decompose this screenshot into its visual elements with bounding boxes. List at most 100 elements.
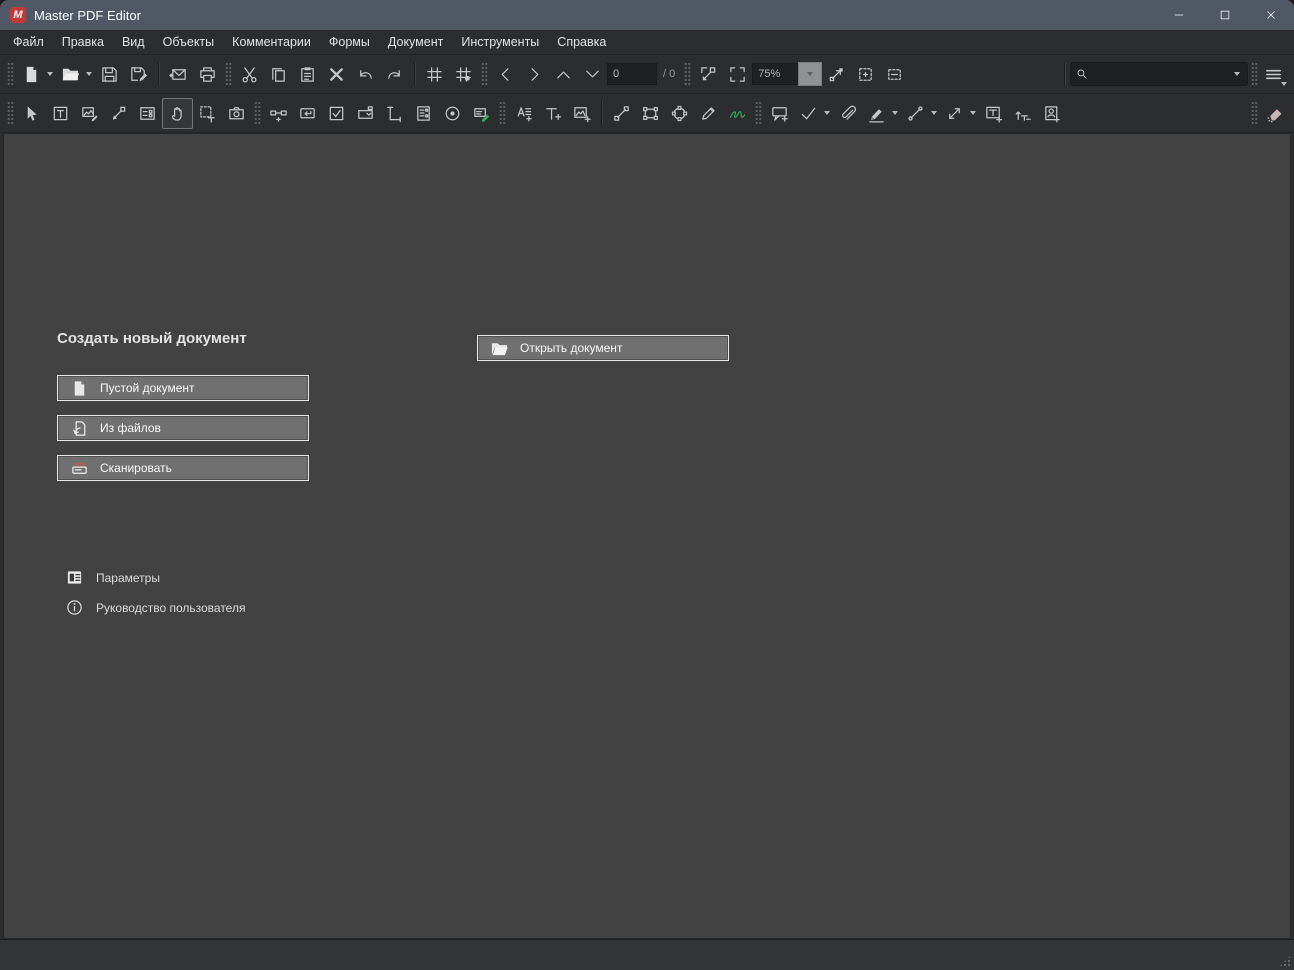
menu-help[interactable]: Справка <box>548 30 615 54</box>
highlighter-dropdown[interactable] <box>892 111 898 115</box>
pencil-tool-button[interactable] <box>694 99 723 128</box>
line-tool-button[interactable] <box>607 99 636 128</box>
save-button[interactable] <box>95 60 124 89</box>
menu-forms[interactable]: Формы <box>320 30 379 54</box>
select-tool-button[interactable] <box>17 99 46 128</box>
settings-link[interactable]: Параметры <box>65 568 160 587</box>
menu-tools[interactable]: Инструменты <box>452 30 548 54</box>
checkbox-field-button[interactable] <box>322 99 351 128</box>
menu-edit[interactable]: Правка <box>53 30 113 54</box>
check-stamp-button[interactable] <box>794 99 823 128</box>
maximize-button[interactable] <box>1202 0 1248 30</box>
toolbar-grip[interactable] <box>225 62 232 86</box>
select-area-button[interactable] <box>193 99 222 128</box>
main-menu-button[interactable] <box>1261 60 1290 89</box>
show-grid-button[interactable] <box>420 60 449 89</box>
zoom-fit-button[interactable] <box>822 60 851 89</box>
textbox-annotation-button[interactable] <box>979 99 1008 128</box>
open-button[interactable] <box>56 60 85 89</box>
toolbar-grip[interactable] <box>481 62 488 86</box>
menu-objects[interactable]: Объекты <box>154 30 224 54</box>
minimize-button[interactable] <box>1156 0 1202 30</box>
delete-button[interactable] <box>322 60 351 89</box>
listbox-field-button[interactable] <box>380 99 409 128</box>
signature-field-button[interactable] <box>467 99 496 128</box>
attachment-button[interactable] <box>833 99 862 128</box>
form-list-button[interactable] <box>133 99 162 128</box>
from-files-button[interactable]: Из файлов <box>57 415 309 441</box>
last-page-button[interactable] <box>578 60 607 89</box>
line-annotation-button[interactable] <box>901 99 930 128</box>
button-field-button[interactable] <box>293 99 322 128</box>
combobox-field-button[interactable] <box>351 99 380 128</box>
scan-button[interactable]: Сканировать <box>57 455 309 481</box>
toolbar-grip[interactable] <box>499 101 506 125</box>
blank-document-button[interactable]: Пустой документ <box>57 375 309 401</box>
edit-image-button[interactable] <box>75 99 104 128</box>
user-guide-link[interactable]: Руководство пользователя <box>65 598 245 617</box>
arrow-annotation-dropdown[interactable] <box>970 111 976 115</box>
callout-annotation-button[interactable] <box>1008 99 1037 128</box>
add-image-button[interactable] <box>567 99 596 128</box>
fit-page-button[interactable] <box>851 60 880 89</box>
settings-icon <box>65 568 84 587</box>
list-field-button[interactable] <box>409 99 438 128</box>
next-page-button[interactable] <box>520 60 549 89</box>
page-number-input[interactable] <box>607 63 657 85</box>
menu-comments[interactable]: Комментарии <box>223 30 320 54</box>
note-annotation-button[interactable] <box>765 99 794 128</box>
edit-text-button[interactable] <box>46 99 75 128</box>
freehand-signature-button[interactable] <box>723 99 752 128</box>
paste-button[interactable] <box>293 60 322 89</box>
prev-page-button[interactable] <box>491 60 520 89</box>
link-tool-button[interactable] <box>264 99 293 128</box>
toolbar-grip[interactable] <box>254 101 261 125</box>
highlighter-button[interactable] <box>862 99 891 128</box>
snap-to-grid-button[interactable] <box>449 60 478 89</box>
eraser-button[interactable] <box>1261 99 1290 128</box>
menu-file[interactable]: Файл <box>4 30 53 54</box>
copy-button[interactable] <box>264 60 293 89</box>
add-text-button[interactable] <box>538 99 567 128</box>
toolbar-grip[interactable] <box>1251 101 1258 125</box>
toolbar-grip[interactable] <box>755 101 762 125</box>
cut-button[interactable] <box>235 60 264 89</box>
zoom-dropdown-button[interactable] <box>798 62 823 86</box>
toolbar-grip[interactable] <box>684 62 692 86</box>
fit-width-button[interactable] <box>880 60 909 89</box>
toolbar-grip[interactable] <box>1251 62 1258 86</box>
close-button[interactable] <box>1248 0 1294 30</box>
redo-button[interactable] <box>380 60 409 89</box>
menu-document[interactable]: Документ <box>379 30 452 54</box>
new-document-button[interactable] <box>17 60 46 89</box>
crop-frame-button[interactable] <box>723 60 752 89</box>
toolbar-grip[interactable] <box>7 101 14 125</box>
person-stamp-button[interactable] <box>1037 99 1066 128</box>
zoom-to-selection-button[interactable] <box>694 60 723 89</box>
ellipse-tool-button[interactable] <box>665 99 694 128</box>
new-document-dropdown[interactable] <box>47 72 53 76</box>
save-as-button[interactable] <box>124 60 153 89</box>
edit-forms-button[interactable] <box>104 99 133 128</box>
radio-field-button[interactable] <box>438 99 467 128</box>
first-page-button[interactable] <box>549 60 578 89</box>
rectangle-tool-button[interactable] <box>636 99 665 128</box>
zoom-input[interactable] <box>752 63 799 85</box>
email-button[interactable] <box>164 60 193 89</box>
search-input[interactable] <box>1089 67 1233 81</box>
open-document-button[interactable]: Открыть документ <box>477 335 729 361</box>
print-button[interactable] <box>193 60 222 89</box>
open-dropdown[interactable] <box>86 72 92 76</box>
arrow-annotation-button[interactable] <box>940 99 969 128</box>
undo-button[interactable] <box>351 60 380 89</box>
search-box[interactable] <box>1070 62 1248 86</box>
toolbar-grip[interactable] <box>7 62 14 86</box>
hand-tool-button[interactable] <box>162 97 193 129</box>
resize-grip-icon[interactable] <box>1279 955 1291 967</box>
check-stamp-dropdown[interactable] <box>824 111 830 115</box>
search-dropdown[interactable] <box>1234 72 1240 76</box>
snapshot-button[interactable] <box>222 99 251 128</box>
edit-add-text-button[interactable] <box>509 99 538 128</box>
line-annotation-dropdown[interactable] <box>931 111 937 115</box>
menu-view[interactable]: Вид <box>113 30 154 54</box>
